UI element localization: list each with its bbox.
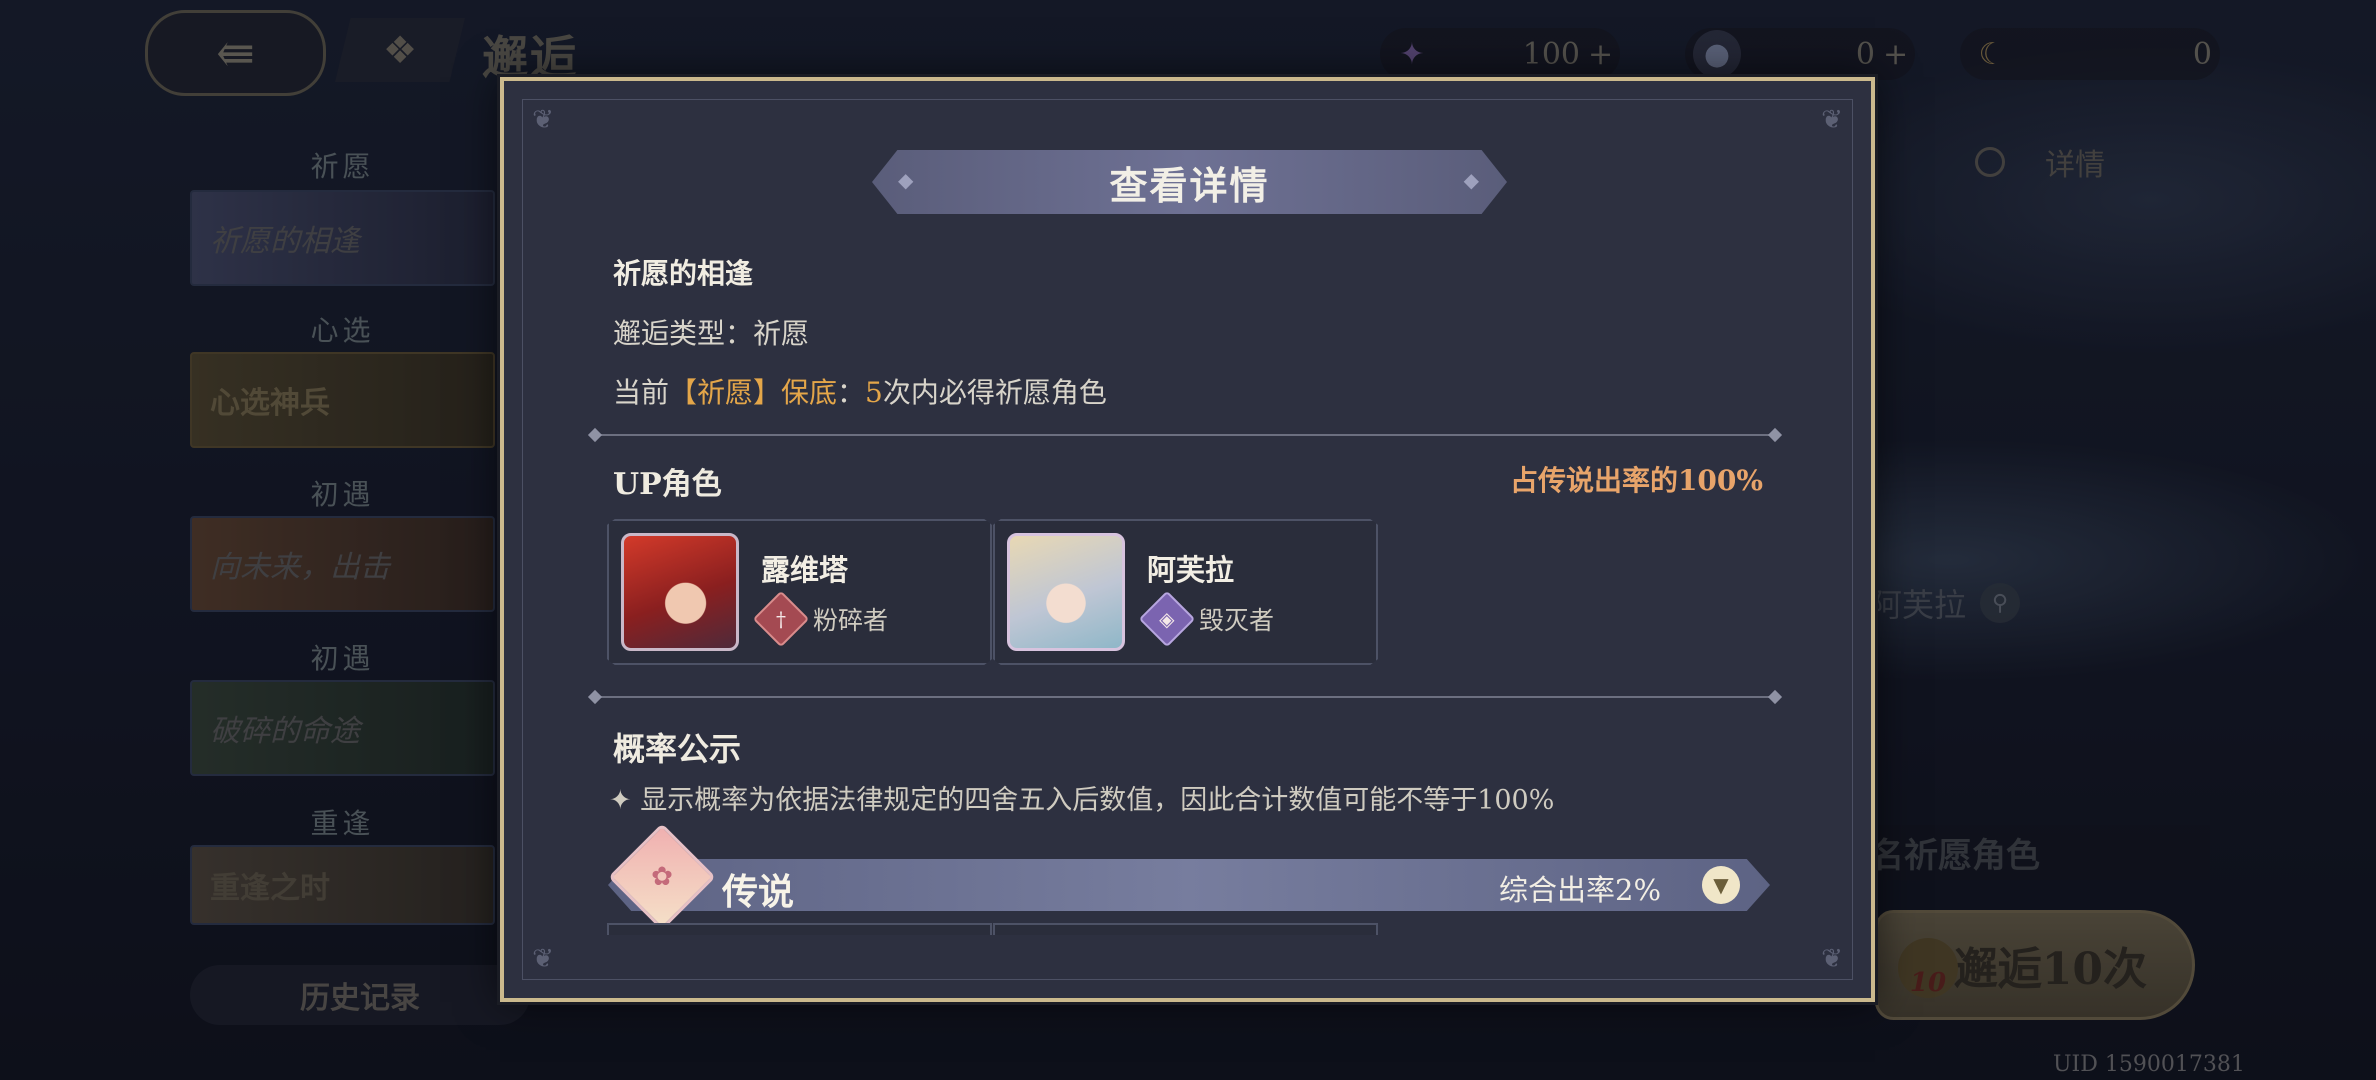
character-role: † 粉碎者 [752, 590, 889, 648]
banner-name: 祈愿的相逢 [613, 257, 754, 290]
legendary-label: 传说 [722, 871, 795, 913]
character-name: 阿芙拉 [1147, 553, 1235, 587]
corner-ornament-icon: ❦ [1821, 105, 1843, 135]
banner-type-label: 邂逅类型： [613, 317, 754, 350]
pity-info: 当前【祈愿】保底：5次内必得祈愿角色 [613, 371, 1107, 411]
up-section-title: UP角色 [613, 467, 722, 502]
banner-type-value: 祈愿 [753, 317, 810, 350]
probability-title: 概率公示 [613, 730, 742, 768]
pity-prefix: 当前 [613, 376, 670, 409]
pity-colon: ： [837, 376, 866, 409]
pity-suffix: 次内必得祈愿角色 [882, 376, 1107, 409]
chevron-down-icon[interactable]: ▼ [1702, 866, 1740, 904]
crusher-class-icon: † [752, 590, 810, 648]
divider [594, 696, 1776, 698]
character-name: 露维塔 [761, 553, 849, 587]
character-card-partial [993, 923, 1378, 935]
probability-note: ✦ 显示概率为依据法律规定的四舍五入后数值，因此合计数值可能不等于100% [609, 785, 1555, 816]
character-role-label: 毁灭者 [1199, 606, 1275, 635]
banner-type: 邂逅类型：祈愿 [613, 312, 809, 352]
destroyer-class-icon: ◈ [1138, 590, 1196, 648]
character-role-label: 粉碎者 [813, 606, 889, 635]
details-modal: ❦ ❦ ❦ ❦ 查看详情 祈愿的相逢 邂逅类型：祈愿 当前【祈愿】保底：5次内必… [500, 77, 1875, 1002]
character-card-afra[interactable]: 阿芙拉 ◈ 毁灭者 [993, 519, 1378, 665]
character-portrait [1007, 533, 1125, 651]
pity-count: 5 [865, 376, 883, 409]
character-role: ◈ 毁灭者 [1138, 590, 1275, 648]
corner-ornament-icon: ❦ [532, 944, 554, 974]
up-rate: 占传说出率的100% [1509, 464, 1763, 497]
corner-ornament-icon: ❦ [1821, 944, 1843, 974]
divider [594, 434, 1776, 436]
legendary-rate: 综合出率2% [1499, 873, 1662, 907]
character-card-luvita[interactable]: 露维塔 † 粉碎者 [607, 519, 992, 665]
modal-title: 查看详情 [872, 150, 1507, 214]
corner-ornament-icon: ❦ [532, 105, 554, 135]
character-card-partial [607, 923, 992, 935]
character-portrait [621, 533, 739, 651]
pity-highlight: 【祈愿】保底 [669, 376, 838, 409]
